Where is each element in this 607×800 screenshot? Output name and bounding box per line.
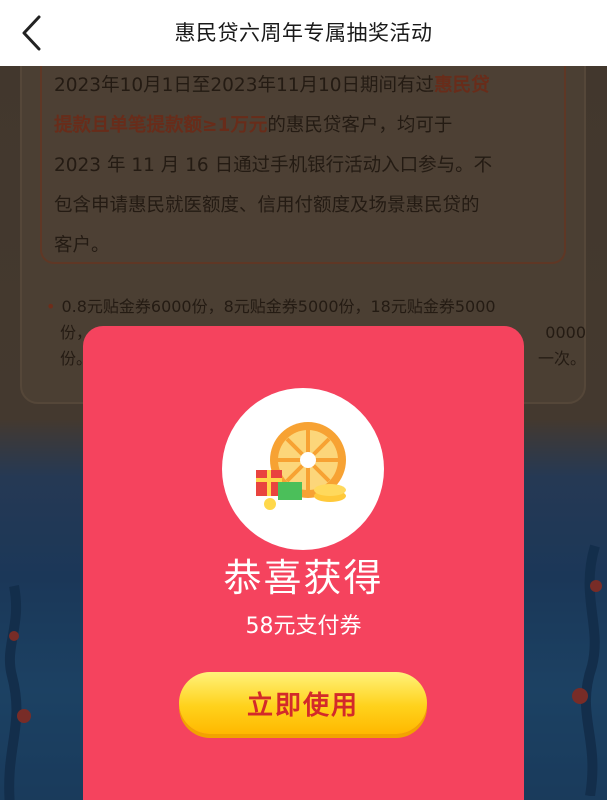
page-title: 惠民贷六周年专属抽奖活动 <box>174 21 433 45</box>
use-now-button[interactable]: 立即使用 <box>179 672 427 734</box>
use-now-button-label: 立即使用 <box>246 690 359 721</box>
prize-modal: 恭喜获得 58元支付券 立即使用 <box>83 326 524 800</box>
prize-name: 58元支付券 <box>245 614 362 639</box>
modal-title: 恭喜获得 <box>223 556 384 600</box>
prize-image-circle <box>222 388 384 550</box>
header-bar: 惠民贷六周年专属抽奖活动 <box>0 0 607 66</box>
prize-wheel-gift-icon <box>256 422 346 510</box>
